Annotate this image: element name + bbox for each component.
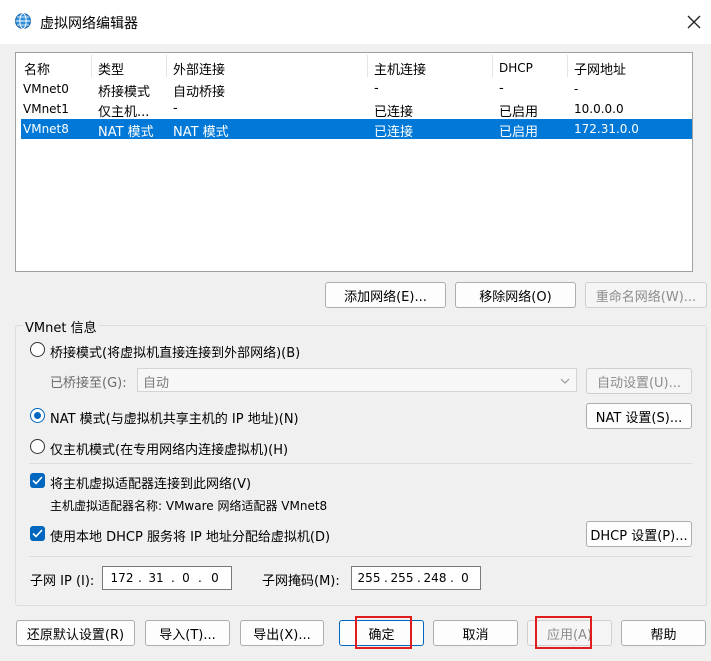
mask-octet[interactable]: 255 (387, 571, 417, 585)
export-button[interactable]: 导出(X)... (240, 620, 324, 646)
divider (29, 556, 692, 557)
subnet-ip-field[interactable]: 172 . 31 . 0 . 0 (102, 566, 232, 590)
highlight-box (355, 616, 412, 649)
window-title: 虚拟网络编辑器 (40, 16, 138, 32)
add-network-button[interactable]: 添加网络(E)... (325, 282, 446, 308)
table-row-selected[interactable]: VMnet8 NAT 模式 NAT 模式 已连接 已启用 172.31.0.0 (21, 119, 692, 140)
cell-type: NAT 模式 (98, 125, 154, 140)
column-header-host[interactable]: 主机连接 (374, 59, 426, 78)
remove-network-button[interactable]: 移除网络(O) (455, 282, 576, 308)
divider (29, 463, 692, 464)
host-only-label[interactable]: 仅主机模式(在专用网络内连接虚拟机)(H) (50, 439, 288, 458)
mask-octet[interactable]: 0 (453, 571, 477, 585)
cell-subnet: - (574, 82, 579, 96)
column-header-dhcp[interactable]: DHCP (499, 61, 533, 75)
close-icon[interactable] (684, 12, 704, 32)
subnet-ip-label: 子网 IP (I): (30, 574, 95, 589)
table-row[interactable]: VMnet0 桥接模式 自动桥接 - - - (21, 79, 692, 100)
nat-mode-radio[interactable] (30, 408, 45, 423)
network-list[interactable]: 名称 类型 外部连接 主机连接 DHCP 子网地址 VMnet0 桥接模式 自动… (15, 52, 693, 272)
cell-external: 自动桥接 (173, 85, 226, 100)
auto-settings-button[interactable]: 自动设置(U)... (586, 368, 692, 394)
help-button[interactable]: 帮助 (621, 620, 706, 646)
mask-octet[interactable]: 248 (420, 571, 450, 585)
connect-adapter-checkbox[interactable] (30, 473, 45, 488)
dhcp-checkbox[interactable] (30, 526, 45, 541)
mask-octet[interactable]: 255 (354, 571, 384, 585)
cell-host: 已连接 (374, 105, 414, 120)
cell-dhcp: - (499, 81, 504, 96)
vmnet-info-label: VMnet 信息 (23, 317, 99, 336)
chevron-down-icon (560, 375, 570, 390)
cell-name: VMnet0 (23, 82, 69, 96)
bridged-to-value: 自动 (143, 376, 170, 391)
cancel-button[interactable]: 取消 (433, 620, 518, 646)
cell-name: VMnet8 (23, 122, 69, 136)
restore-defaults-button[interactable]: 还原默认设置(R) (16, 620, 135, 646)
network-globe-icon (14, 12, 32, 30)
cell-external: - (173, 101, 178, 116)
dhcp-label[interactable]: 使用本地 DHCP 服务将 IP 地址分配给虚拟机(D) (50, 526, 330, 545)
bridged-mode-radio[interactable] (30, 342, 45, 357)
list-header: 名称 类型 外部连接 主机连接 DHCP 子网地址 (16, 53, 692, 79)
column-header-type[interactable]: 类型 (98, 59, 124, 78)
subnet-mask-field[interactable]: 255 . 255 . 248 . 0 (351, 566, 481, 590)
title-bar: 虚拟网络编辑器 (0, 0, 711, 44)
cell-subnet: 10.0.0.0 (574, 102, 624, 116)
ip-octet[interactable]: 31 (141, 571, 171, 585)
cell-type: 桥接模式 (98, 85, 151, 100)
import-button[interactable]: 导入(T)... (145, 620, 230, 646)
nat-settings-button[interactable]: NAT 设置(S)... (586, 403, 692, 429)
connect-adapter-label[interactable]: 将主机虚拟适配器连接到此网络(V) (50, 473, 251, 492)
cell-dhcp: 已启用 (499, 105, 539, 120)
ip-octet[interactable]: 0 (201, 571, 229, 585)
cell-dhcp: 已启用 (499, 125, 539, 140)
rename-network-button[interactable]: 重命名网络(W)... (585, 282, 707, 308)
ip-octet[interactable]: 0 (174, 571, 198, 585)
column-header-name[interactable]: 名称 (24, 59, 50, 78)
ip-octet[interactable]: 172 (106, 571, 138, 585)
highlight-box (535, 616, 592, 649)
cell-subnet: 172.31.0.0 (574, 122, 639, 136)
cell-host: - (374, 81, 379, 96)
table-row[interactable]: VMnet1 仅主机... - 已连接 已启用 10.0.0.0 (21, 99, 692, 120)
cell-type: 仅主机... (98, 105, 150, 120)
adapter-name-text: 主机虚拟适配器名称: VMware 网络适配器 VMnet8 (50, 499, 328, 513)
cell-external: NAT 模式 (173, 125, 229, 140)
bridged-to-label: 已桥接至(G): (50, 376, 127, 391)
host-only-radio[interactable] (30, 439, 45, 454)
column-header-external[interactable]: 外部连接 (173, 59, 225, 78)
checkmark-icon (32, 476, 43, 485)
bridged-to-select[interactable]: 自动 (137, 368, 577, 392)
column-header-subnet[interactable]: 子网地址 (574, 59, 626, 78)
dhcp-settings-button[interactable]: DHCP 设置(P)... (586, 521, 692, 547)
cell-host: 已连接 (374, 125, 414, 140)
checkmark-icon (32, 529, 43, 538)
nat-mode-label[interactable]: NAT 模式(与虚拟机共享主机的 IP 地址)(N) (50, 408, 299, 427)
bridged-mode-label[interactable]: 桥接模式(将虚拟机直接连接到外部网络)(B) (50, 342, 300, 361)
subnet-mask-label: 子网掩码(M): (262, 574, 340, 589)
cell-name: VMnet1 (23, 102, 69, 116)
